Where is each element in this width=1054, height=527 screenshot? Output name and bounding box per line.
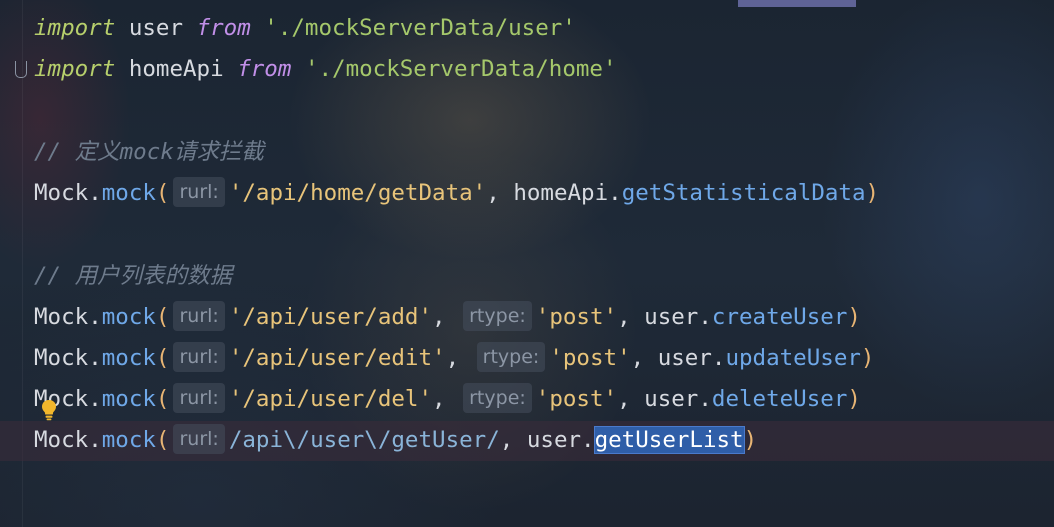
code-token[interactable]: ) <box>866 180 880 206</box>
code-token[interactable] <box>251 15 265 41</box>
code-token[interactable]: user <box>115 15 196 41</box>
code-line[interactable]: // 用户列表的数据 <box>34 256 232 297</box>
code-token[interactable]: . <box>712 345 726 371</box>
code-token[interactable]: . <box>581 427 595 453</box>
code-token[interactable]: // 定义mock请求拦截 <box>34 139 264 165</box>
parameter-hint: rurl: <box>173 177 225 207</box>
code-token[interactable]: Mock <box>34 180 88 206</box>
code-token[interactable]: user <box>644 386 698 412</box>
code-token[interactable]: Mock <box>34 427 88 453</box>
code-token[interactable]: getStatisticalData <box>622 180 866 206</box>
code-token[interactable]: ) <box>861 345 875 371</box>
code-token[interactable]: mock <box>102 180 156 206</box>
code-token[interactable]: createUser <box>712 304 847 330</box>
code-line[interactable]: Mock.mock(rurl: '/api/user/add', rtype:'p… <box>34 297 861 338</box>
code-token[interactable]: , <box>631 345 658 371</box>
fold-marker-icon[interactable] <box>15 61 27 78</box>
parameter-hint: rtype: <box>463 301 532 331</box>
code-token[interactable]: ( <box>156 345 170 371</box>
code-token[interactable]: mock <box>102 304 156 330</box>
code-token[interactable]: deleteUser <box>712 386 847 412</box>
parameter-hint: rurl: <box>173 342 225 372</box>
code-token[interactable]: , <box>617 386 644 412</box>
code-token[interactable]: './mockServerData/home' <box>305 56 617 82</box>
active-tab-indicator[interactable] <box>738 0 856 7</box>
code-token[interactable]: '/api/user/edit' <box>229 345 446 371</box>
parameter-hint: rurl: <box>173 301 225 331</box>
code-token[interactable]: . <box>88 180 102 206</box>
code-token[interactable]: user <box>527 427 581 453</box>
code-token[interactable]: , <box>486 180 513 206</box>
code-token[interactable]: user <box>658 345 712 371</box>
code-token[interactable]: Mock <box>34 304 88 330</box>
code-token[interactable]: . <box>88 304 102 330</box>
code-token[interactable]: ( <box>156 427 170 453</box>
code-token[interactable]: mock <box>102 345 156 371</box>
code-token[interactable]: . <box>88 345 102 371</box>
code-token[interactable]: ( <box>156 386 170 412</box>
lightbulb-icon[interactable] <box>40 399 58 421</box>
code-token[interactable]: ( <box>156 180 170 206</box>
code-token[interactable]: '/api/home/getData' <box>229 180 486 206</box>
code-line[interactable]: import homeApi from './mockServerData/ho… <box>34 49 617 90</box>
code-token[interactable]: . <box>88 386 102 412</box>
code-token[interactable]: ( <box>156 304 170 330</box>
code-token[interactable]: . <box>698 304 712 330</box>
code-token[interactable]: mock <box>102 427 156 453</box>
parameter-hint: rtype: <box>476 342 546 372</box>
code-line[interactable]: // 定义mock请求拦截 <box>34 132 264 173</box>
code-token[interactable]: './mockServerData/user' <box>264 15 576 41</box>
code-token[interactable]: ) <box>847 386 861 412</box>
code-token[interactable]: 'post' <box>536 304 617 330</box>
code-token[interactable]: ) <box>847 304 861 330</box>
code-token[interactable]: user <box>644 304 698 330</box>
code-token[interactable]: from <box>237 56 291 82</box>
parameter-hint: rurl: <box>173 424 225 454</box>
code-token[interactable]: // 用户列表的数据 <box>34 263 232 289</box>
code-token[interactable]: import <box>34 56 115 82</box>
code-token[interactable]: , <box>432 304 459 330</box>
code-token[interactable]: , <box>446 345 473 371</box>
code-token[interactable]: 'post' <box>549 345 630 371</box>
code-token[interactable]: ) <box>744 427 758 453</box>
code-token[interactable]: , <box>432 386 459 412</box>
code-line[interactable]: Mock.mock(rurl: '/api/home/getData', home… <box>34 173 879 214</box>
code-token[interactable]: '/api/user/del' <box>229 386 432 412</box>
code-token[interactable]: , <box>500 427 527 453</box>
code-token[interactable]: '/api/user/add' <box>229 304 432 330</box>
code-token[interactable]: import <box>34 15 115 41</box>
code-token[interactable]: homeApi <box>115 56 237 82</box>
code-token[interactable]: . <box>608 180 622 206</box>
code-line[interactable]: import user from './mockServerData/user' <box>34 8 576 49</box>
code-token[interactable] <box>291 56 305 82</box>
code-token[interactable]: /api\/user\/getUser/ <box>229 427 500 453</box>
code-token[interactable]: Mock <box>34 345 88 371</box>
selected-token[interactable]: getUserList <box>593 426 745 454</box>
code-line[interactable]: Mock.mock(rurl: '/api/user/edit', rtype: '… <box>34 338 874 379</box>
parameter-hint: rurl: <box>173 383 225 413</box>
code-token[interactable]: 'post' <box>536 386 617 412</box>
code-token[interactable]: . <box>698 386 712 412</box>
code-token[interactable]: from <box>197 15 251 41</box>
code-token[interactable]: , <box>617 304 644 330</box>
code-token[interactable]: mock <box>102 386 156 412</box>
code-token[interactable]: updateUser <box>725 345 860 371</box>
code-line[interactable]: Mock.mock(rurl: '/api/user/del', rtype:'p… <box>34 379 861 420</box>
parameter-hint: rtype: <box>463 383 532 413</box>
code-token[interactable]: homeApi <box>513 180 608 206</box>
code-line[interactable]: Mock.mock(rurl:/api\/user\/getUser/, use… <box>34 420 757 461</box>
code-token[interactable]: . <box>88 427 102 453</box>
